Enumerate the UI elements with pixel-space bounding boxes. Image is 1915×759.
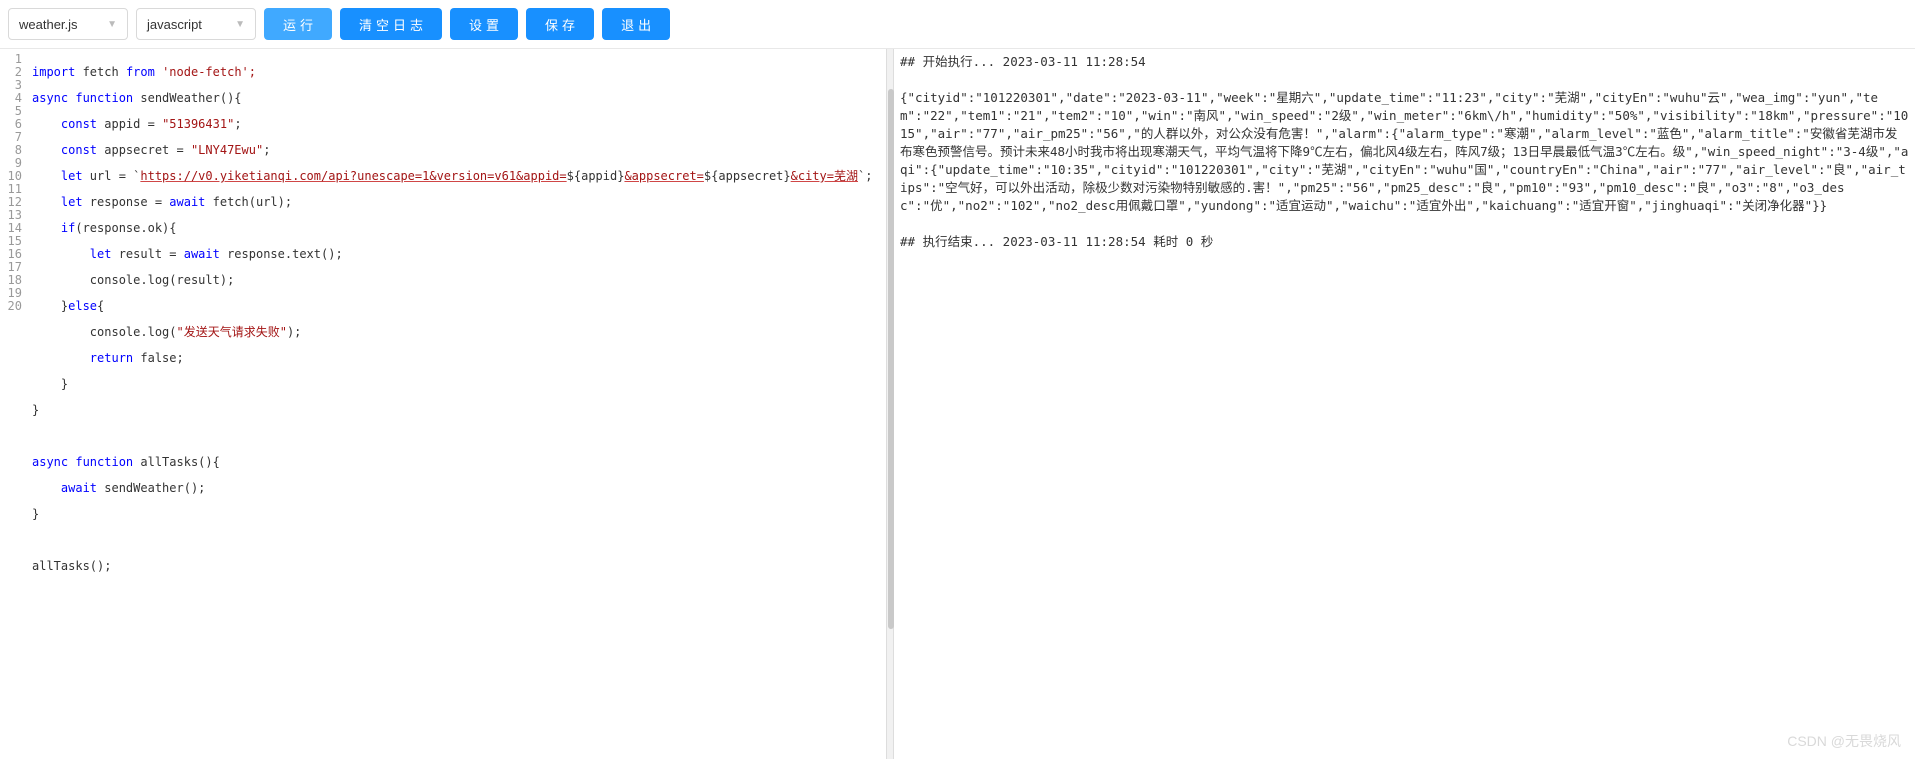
language-select[interactable]: javascript ▼	[136, 8, 256, 40]
settings-button[interactable]: 设置	[450, 8, 518, 40]
toolbar: weather.js ▼ javascript ▼ 运行 清空日志 设置 保存 …	[0, 0, 1915, 49]
output-console[interactable]: ## 开始执行... 2023-03-11 11:28:54 {"cityid"…	[894, 49, 1915, 759]
filename-select[interactable]: weather.js ▼	[8, 8, 128, 40]
watermark: CSDN @无畏烧风	[1787, 731, 1901, 751]
chevron-down-icon: ▼	[107, 19, 117, 30]
language-value: javascript	[147, 17, 202, 32]
line-number: 20	[0, 300, 22, 313]
splitter[interactable]	[886, 49, 894, 759]
console-start: ## 开始执行... 2023-03-11 11:28:54	[900, 53, 1909, 71]
console-end: ## 执行结束... 2023-03-11 11:28:54 耗时 0 秒	[900, 233, 1909, 251]
exit-button[interactable]: 退出	[602, 8, 670, 40]
console-body: {"cityid":"101220301","date":"2023-03-11…	[900, 89, 1909, 215]
run-button[interactable]: 运行	[264, 8, 332, 40]
chevron-down-icon: ▼	[235, 19, 245, 30]
filename-value: weather.js	[19, 17, 78, 32]
code-editor[interactable]: 1 2 3 4 5 6 7 8 9 10 11 12 13 14 15 16 1…	[0, 49, 886, 759]
save-button[interactable]: 保存	[526, 8, 594, 40]
line-gutter: 1 2 3 4 5 6 7 8 9 10 11 12 13 14 15 16 1…	[0, 49, 28, 759]
code-area[interactable]: import fetch from 'node-fetch'; async fu…	[28, 49, 886, 759]
main-split: 1 2 3 4 5 6 7 8 9 10 11 12 13 14 15 16 1…	[0, 49, 1915, 759]
scrollbar-thumb[interactable]	[888, 89, 894, 629]
clear-log-button[interactable]: 清空日志	[340, 8, 442, 40]
